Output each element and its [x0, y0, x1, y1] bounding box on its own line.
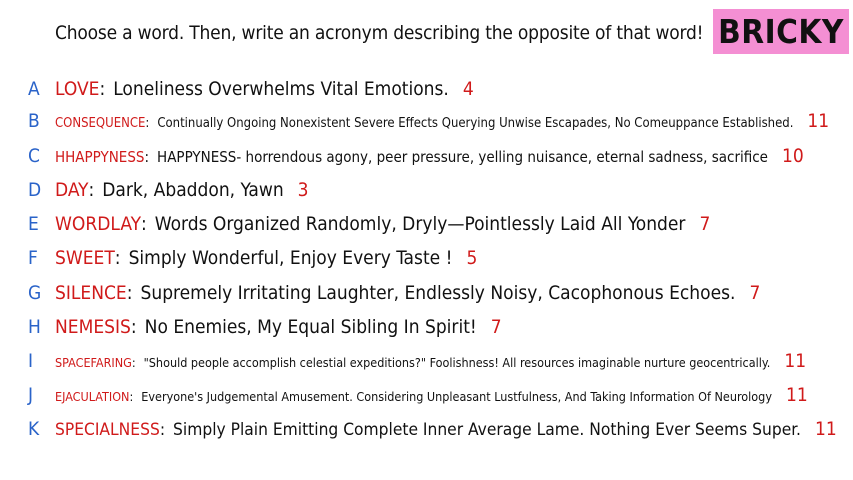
entry-content: SPACEFARING: "Should people accomplish c…: [55, 350, 806, 372]
entry-count: 11: [807, 110, 830, 132]
entry-letter: E: [28, 213, 39, 235]
entry-acronym: Everyone's Judgemental Amusement. Consid…: [141, 389, 772, 404]
instruction-text: Choose a word. Then, write an acronym de…: [55, 22, 704, 44]
entry-content: LOVE: Loneliness Overwhelms Vital Emotio…: [55, 78, 474, 100]
entry-colon: :: [145, 116, 150, 131]
entry-colon: :: [126, 282, 133, 304]
entry-word: SPECIALNESS: [55, 420, 160, 440]
entry-count: 7: [490, 316, 502, 338]
entry-count: 7: [699, 213, 711, 235]
entry-count: 3: [297, 179, 309, 201]
entry-count: 10: [782, 145, 804, 167]
entry-count: 11: [814, 418, 837, 440]
entry-content: CONSEQUENCE: Continually Ongoing Nonexis…: [55, 110, 829, 132]
entry-colon: :: [159, 420, 166, 440]
entry-content: SPECIALNESS: Simply Plain Emitting Compl…: [55, 418, 837, 440]
entry-letter: A: [28, 78, 40, 100]
entry-letter: K: [28, 418, 40, 440]
entry-acronym: Simply Wonderful, Enjoy Every Taste !: [128, 247, 453, 269]
entry-acronym: Supremely Irritating Laughter, Endlessly…: [140, 282, 736, 304]
brand-name: BRICKY: [718, 12, 844, 51]
entry-letter: C: [28, 145, 40, 167]
entry-count: 11: [784, 350, 807, 372]
entry-acronym: Loneliness Overwhelms Vital Emotions.: [113, 78, 449, 100]
entry-content: SILENCE: Supremely Irritating Laughter, …: [55, 282, 760, 304]
entry-word: NEMESIS: [55, 316, 131, 338]
entry-colon: :: [99, 78, 106, 100]
entry-count: 7: [749, 282, 761, 304]
entry-colon: :: [141, 213, 147, 235]
entry-acronym: Words Organized Randomly, Dryly—Pointles…: [154, 213, 686, 235]
entry-colon: :: [130, 316, 137, 338]
entry-word: EJACULATION: [55, 389, 130, 404]
entry-letter: G: [28, 282, 42, 304]
entry-word: SPACEFARING: [55, 355, 132, 370]
entry-word: LOVE: [55, 78, 100, 100]
entry-colon: :: [129, 389, 134, 404]
entry-count: 11: [785, 384, 808, 406]
entry-word: CONSEQUENCE: [55, 116, 146, 131]
brand-badge: BRICKY: [713, 9, 849, 54]
entry-count: 4: [462, 78, 474, 100]
entry-content: NEMESIS: No Enemies, My Equal Sibling In…: [55, 316, 502, 338]
entry-word: SILENCE: [55, 282, 127, 304]
entry-letter: F: [28, 247, 38, 269]
entry-acronym: "Should people accomplish celestial expe…: [143, 355, 771, 370]
entry-content: HHAPPYNESS: HAPPYNESS- horrendous agony,…: [55, 145, 804, 167]
entry-letter: H: [28, 316, 41, 338]
entry-letter: D: [28, 179, 42, 201]
entry-colon: :: [114, 247, 121, 269]
entry-acronym: HAPPYNESS- horrendous agony, peer pressu…: [157, 148, 768, 166]
entry-colon: :: [131, 355, 136, 370]
entry-content: DAY: Dark, Abaddon, Yawn 3: [55, 179, 309, 201]
entry-colon: :: [144, 148, 150, 166]
entry-acronym: Simply Plain Emitting Complete Inner Ave…: [173, 420, 801, 440]
entry-acronym: Dark, Abaddon, Yawn: [102, 179, 284, 201]
entry-colon: :: [88, 179, 95, 201]
entry-letter: J: [28, 384, 34, 406]
entry-word: DAY: [55, 179, 89, 201]
entry-word: WORDLAY: [55, 213, 142, 235]
entry-content: WORDLAY: Words Organized Randomly, Dryly…: [55, 213, 710, 235]
entry-count: 5: [466, 247, 478, 269]
entry-word: SWEET: [55, 247, 115, 269]
entry-acronym: Continually Ongoing Nonexistent Severe E…: [157, 116, 794, 131]
entry-content: SWEET: Simply Wonderful, Enjoy Every Tas…: [55, 247, 477, 269]
entry-content: EJACULATION: Everyone's Judgemental Amus…: [55, 384, 808, 406]
entry-word: HHAPPYNESS: [55, 148, 145, 166]
entry-letter: I: [28, 350, 34, 372]
entry-letter: B: [28, 110, 40, 132]
entry-acronym: No Enemies, My Equal Sibling In Spirit!: [144, 316, 477, 338]
